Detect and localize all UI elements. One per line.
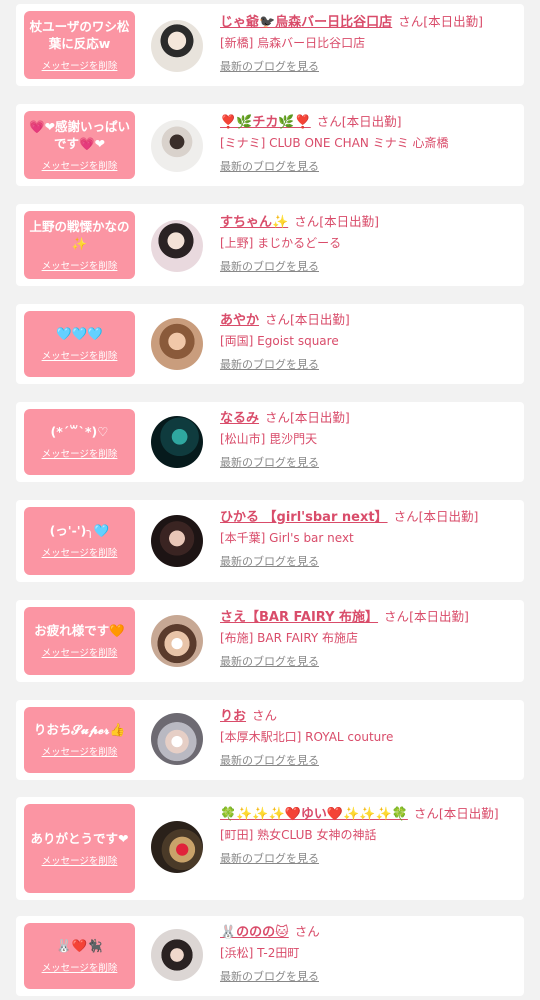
message-card: ありがとうです❤ メッセージを削除 🍀✨✨✨❤️ゆい❤️✨✨✨🍀 さん[本日出勤]… xyxy=(16,797,524,900)
shop-link[interactable]: [浜松] T-2田町 xyxy=(220,943,512,963)
delete-message-link[interactable]: メッセージを削除 xyxy=(42,856,118,868)
latest-blog-link[interactable]: 最新のブログを見る xyxy=(220,753,512,769)
honorific: さん xyxy=(294,214,320,229)
honorific: さん xyxy=(413,806,439,821)
message-text: (*´꒳`*)♡ xyxy=(50,424,109,439)
message-bubble: 🩵🩵🩵 メッセージを削除 xyxy=(24,311,135,377)
message-card: 上野の戦慄かなの✨ メッセージを削除 すちゃん✨ さん[本日出勤] [上野] まじ… xyxy=(16,204,524,286)
latest-blog-link[interactable]: 最新のブログを見る xyxy=(220,654,512,670)
shop-link[interactable]: [ミナミ] CLUB ONE CHAN ミナミ 心斎橋 xyxy=(220,133,512,153)
avatar[interactable] xyxy=(151,20,203,72)
cast-name-link[interactable]: なるみ xyxy=(220,411,259,426)
status-badge: [本日出勤] xyxy=(423,14,483,29)
shop-link[interactable]: [上野] まじかるどーる xyxy=(220,233,512,253)
delete-message-link[interactable]: メッセージを削除 xyxy=(42,963,118,975)
message-text: 上野の戦慄かなの✨ xyxy=(29,218,130,251)
status-badge: [本日出勤] xyxy=(418,509,479,524)
message-bubble: (*´꒳`*)♡ メッセージを削除 xyxy=(24,409,135,475)
message-bubble: ありがとうです❤ メッセージを削除 xyxy=(24,804,135,893)
cast-name-link[interactable]: りお xyxy=(220,709,246,724)
message-bubble: (っ'-')╮🩵 メッセージを削除 xyxy=(24,507,135,575)
avatar[interactable] xyxy=(151,120,203,172)
latest-blog-link[interactable]: 最新のブログを見る xyxy=(220,851,512,867)
avatar[interactable] xyxy=(151,515,203,567)
latest-blog-link[interactable]: 最新のブログを見る xyxy=(220,59,512,75)
cast-name-link[interactable]: あやか xyxy=(220,313,259,328)
latest-blog-link[interactable]: 最新のブログを見る xyxy=(220,455,512,471)
honorific: さん xyxy=(265,312,291,327)
message-text: 杖ユーザのワシ松葉に反応w xyxy=(29,18,130,51)
message-card: 🐰❤️🐈‍⬛ メッセージを削除 🐰ののの🐱 さん [浜松] T-2田町 最新のブロ… xyxy=(16,916,524,996)
message-bubble: お疲れ様です🧡 メッセージを削除 xyxy=(24,607,135,675)
message-text: りおち𝓢𝓾𝓹𝓮𝓻👍 xyxy=(33,722,126,737)
honorific: さん xyxy=(384,609,410,624)
message-card: 🩵🩵🩵 メッセージを削除 あやか さん[本日出勤] [両国] Egoist squ… xyxy=(16,304,524,384)
message-text: お疲れ様です🧡 xyxy=(34,623,125,638)
message-text: ありがとうです❤ xyxy=(30,830,129,846)
delete-message-link[interactable]: メッセージを削除 xyxy=(42,747,118,759)
shop-link[interactable]: [両国] Egoist square xyxy=(220,331,512,351)
delete-message-link[interactable]: メッセージを削除 xyxy=(42,261,118,273)
message-card: (*´꒳`*)♡ メッセージを削除 なるみ さん[本日出勤] [松山市] 毘沙門天… xyxy=(16,402,524,482)
message-card: 杖ユーザのワシ松葉に反応w メッセージを削除 じゃ爺🐦‍⬛烏森バー日比谷口店 さん… xyxy=(16,4,524,86)
honorific: さん xyxy=(393,509,419,524)
latest-blog-link[interactable]: 最新のブログを見る xyxy=(220,357,512,373)
avatar[interactable] xyxy=(151,318,203,370)
delete-message-link[interactable]: メッセージを削除 xyxy=(42,449,118,461)
message-text: 🩵🩵🩵 xyxy=(56,326,103,341)
avatar[interactable] xyxy=(151,821,203,873)
status-badge: [本日出勤] xyxy=(409,609,469,624)
status-badge: [本日出勤] xyxy=(290,312,350,327)
shop-link[interactable]: [松山市] 毘沙門天 xyxy=(220,429,512,449)
cast-name-link[interactable]: 🍀✨✨✨❤️ゆい❤️✨✨✨🍀 xyxy=(220,807,408,822)
cast-name-link[interactable]: 🐰ののの🐱 xyxy=(220,925,289,940)
message-bubble: 上野の戦慄かなの✨ メッセージを削除 xyxy=(24,211,135,279)
message-bubble: 杖ユーザのワシ松葉に反応w メッセージを削除 xyxy=(24,11,135,79)
honorific: さん xyxy=(398,14,424,29)
shop-link[interactable]: [新橋] 烏森バー日比谷口店 xyxy=(220,33,512,53)
latest-blog-link[interactable]: 最新のブログを見る xyxy=(220,159,512,175)
delete-message-link[interactable]: メッセージを削除 xyxy=(42,648,118,660)
avatar[interactable] xyxy=(151,929,203,981)
cast-name-link[interactable]: ❣️🌿チカ🌿❣️ xyxy=(220,115,311,130)
message-bubble: 💗❤感謝いっぱいです💗❤ メッセージを削除 xyxy=(24,111,135,179)
message-text: (っ'-')╮🩵 xyxy=(49,523,110,538)
avatar[interactable] xyxy=(151,220,203,272)
latest-blog-link[interactable]: 最新のブログを見る xyxy=(220,969,512,985)
delete-message-link[interactable]: メッセージを削除 xyxy=(42,351,118,363)
latest-blog-link[interactable]: 最新のブログを見る xyxy=(220,259,512,275)
message-card: りおち𝓢𝓾𝓹𝓮𝓻👍 メッセージを削除 りお さん [本厚木駅北口] ROYAL c… xyxy=(16,700,524,780)
shop-link[interactable]: [本厚木駅北口] ROYAL couture xyxy=(220,727,512,747)
message-card: 💗❤感謝いっぱいです💗❤ メッセージを削除 ❣️🌿チカ🌿❣️ さん[本日出勤] [… xyxy=(16,104,524,186)
message-bubble: りおち𝓢𝓾𝓹𝓮𝓻👍 メッセージを削除 xyxy=(24,707,135,773)
status-badge: [本日出勤] xyxy=(438,806,499,821)
cast-name-link[interactable]: さえ【BAR FAIRY 布施】 xyxy=(220,610,378,625)
honorific: さん xyxy=(294,924,320,939)
message-card: (っ'-')╮🩵 メッセージを削除 ひかる 【girl'sbar next】 さん… xyxy=(16,500,524,582)
cast-name-link[interactable]: ひかる 【girl'sbar next】 xyxy=(220,510,388,525)
message-card: お疲れ様です🧡 メッセージを削除 さえ【BAR FAIRY 布施】 さん[本日出勤… xyxy=(16,600,524,682)
honorific: さん xyxy=(265,410,291,425)
honorific: さん xyxy=(252,708,278,723)
shop-link[interactable]: [布施] BAR FAIRY 布施店 xyxy=(220,628,512,648)
avatar[interactable] xyxy=(151,615,203,667)
avatar[interactable] xyxy=(151,416,203,468)
avatar[interactable] xyxy=(151,713,203,765)
delete-message-link[interactable]: メッセージを削除 xyxy=(42,161,118,173)
latest-blog-link[interactable]: 最新のブログを見る xyxy=(220,554,512,570)
status-badge: [本日出勤] xyxy=(290,410,350,425)
honorific: さん xyxy=(316,114,342,129)
status-badge: [本日出勤] xyxy=(319,214,379,229)
delete-message-link[interactable]: メッセージを削除 xyxy=(42,61,118,73)
cast-name-link[interactable]: すちゃん✨ xyxy=(220,215,288,230)
message-text: 🐰❤️🐈‍⬛ xyxy=(56,938,103,953)
cast-name-link[interactable]: じゃ爺🐦‍⬛烏森バー日比谷口店 xyxy=(220,15,392,30)
delete-message-link[interactable]: メッセージを削除 xyxy=(42,548,118,560)
message-bubble: 🐰❤️🐈‍⬛ メッセージを削除 xyxy=(24,923,135,989)
message-text: 💗❤感謝いっぱいです💗❤ xyxy=(28,118,131,151)
shop-link[interactable]: [町田] 熟女CLUB 女神の神話 xyxy=(220,825,512,845)
shop-link[interactable]: [本千葉] Girl's bar next xyxy=(220,528,512,548)
status-badge: [本日出勤] xyxy=(341,114,402,129)
